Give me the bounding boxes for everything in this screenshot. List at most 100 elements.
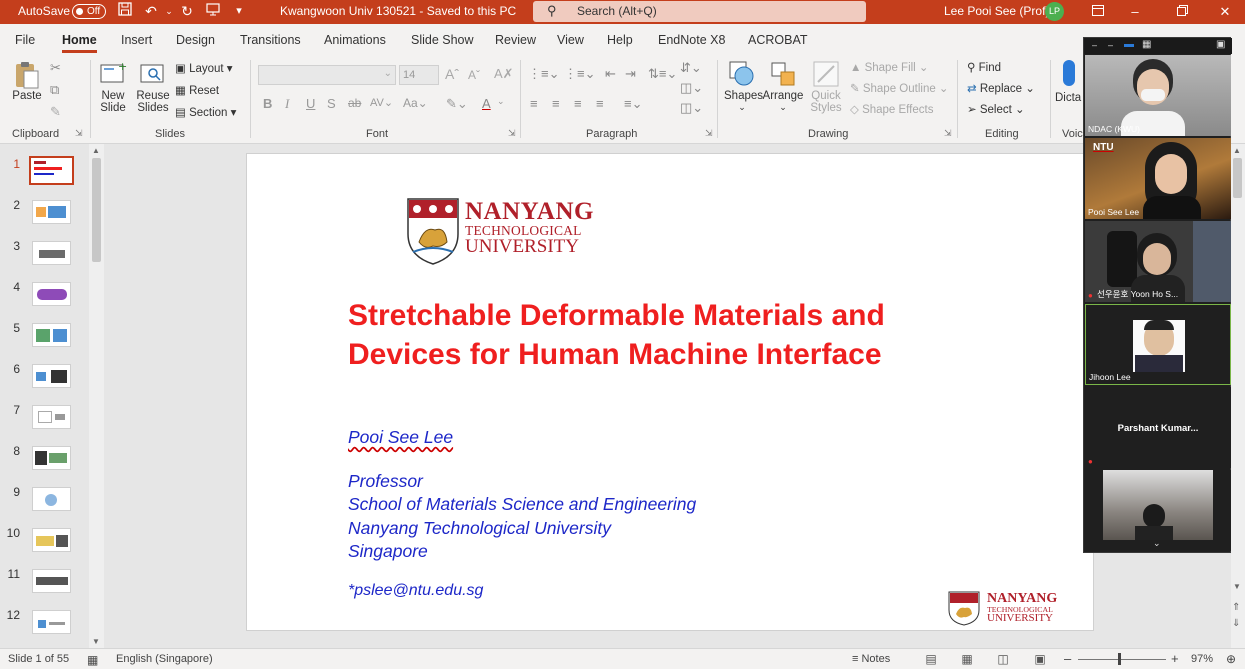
shape-fill-button[interactable]: ▲ Shape Fill ⌄ [850,60,929,74]
slide-thumbnail-4[interactable] [32,282,71,306]
paste-button[interactable]: Paste [10,60,44,102]
autosave-toggle[interactable]: Off [72,4,106,19]
bullets-icon[interactable]: ⋮≡⌄ [528,66,559,82]
scroll-up-icon[interactable]: ▲ [92,146,100,155]
notes-button[interactable]: ≡ Notes [852,653,890,665]
shrink-font-icon[interactable]: Aˇ [468,68,480,82]
grow-font-icon[interactable]: Aˆ [445,66,459,82]
country-text[interactable]: Singapore [348,541,428,562]
position-text[interactable]: Professor [348,471,423,492]
arrange-button[interactable]: Arrange ⌄ [762,60,804,113]
align-left-icon[interactable]: ≡ [530,96,538,111]
zoom-level[interactable]: 97% [1191,653,1213,665]
find-button[interactable]: ⚲ Find [967,60,1001,74]
slide-canvas[interactable]: NANYANG TECHNOLOGICAL UNIVERSITY Stretch… [246,153,1094,631]
shape-effects-button[interactable]: ◇ Shape Effects [850,102,933,116]
scroll-down-icon[interactable]: ▼ [92,637,100,646]
participant-video-tile[interactable]: ⌄ [1085,470,1231,551]
align-text-icon[interactable]: ◫⌄ [680,80,703,96]
participant-video-tile[interactable]: NDAC (KWU) [1085,55,1231,136]
slide-thumbnail-10[interactable] [32,528,71,552]
align-center-icon[interactable]: ≡ [552,96,560,111]
slide-thumbnail-9[interactable] [32,487,71,511]
select-button[interactable]: ➢ Select ⌄ [967,102,1025,116]
save-icon[interactable] [116,2,134,20]
tab-file[interactable]: File [15,33,35,47]
shadow-icon[interactable]: S [327,96,336,111]
tab-transitions[interactable]: Transitions [240,33,301,47]
slide-thumbnail-5[interactable] [32,323,71,347]
scrollbar-thumb[interactable] [1233,158,1242,198]
search-box[interactable]: ⚲ Search (Alt+Q) [533,1,866,22]
tab-animations[interactable]: Animations [324,33,386,47]
columns-icon[interactable]: ≡⌄ [624,96,642,112]
decrease-indent-icon[interactable]: ⇤ [605,66,616,82]
tab-endnote[interactable]: EndNote X8 [658,33,725,47]
language-indicator[interactable]: English (Singapore) [116,653,213,665]
undo-icon[interactable]: ↶ [142,2,160,20]
section-button[interactable]: ▤ Section ▾ [175,105,236,119]
slide-thumbnail-6[interactable] [32,364,71,388]
zoom-in-icon[interactable]: + [1171,651,1179,666]
slide-thumbnail-3[interactable] [32,241,71,265]
accessibility-icon[interactable]: ▦ [87,653,98,667]
shape-outline-button[interactable]: ✎ Shape Outline ⌄ [850,81,949,95]
scrollbar-thumb[interactable] [92,158,101,262]
drawing-launcher-icon[interactable]: ⇲ [944,128,952,139]
gallery-view-icon[interactable]: ▦ [1142,39,1151,50]
tab-design[interactable]: Design [176,33,215,47]
italic-icon[interactable]: I [285,96,289,112]
copy-icon[interactable]: ⧉ [50,82,59,98]
normal-view-icon[interactable]: ▤ [923,652,939,666]
school-text[interactable]: School of Materials Science and Engineer… [348,494,696,515]
align-right-icon[interactable]: ≡ [574,96,582,111]
present-icon[interactable] [204,2,222,20]
expand-icon[interactable]: ▣ [1216,39,1225,50]
slide-thumbnail-1[interactable] [29,156,74,185]
clear-format-icon[interactable]: A✗ [494,66,514,82]
zoom-slider-handle[interactable] [1118,653,1121,665]
participant-video-tile-active[interactable]: Jihoon Lee [1085,304,1231,385]
close-icon[interactable]: ✕ [1215,2,1235,22]
slideshow-view-icon[interactable]: ▣ [1032,652,1048,666]
bold-icon[interactable]: B [263,96,272,111]
editor-scrollbar[interactable]: ▲ ▼ ⇑ ⇓ [1231,144,1245,648]
new-slide-button[interactable]: + New Slide [95,60,131,114]
minimize-icon[interactable]: – [1125,2,1145,22]
quick-styles-button[interactable]: Quick Styles [808,60,844,114]
slide-thumbnail-8[interactable] [32,446,71,470]
speaker-view-icon[interactable]: ▬ [1124,39,1134,50]
strikethrough-icon[interactable]: ab [348,96,361,110]
slide-sorter-icon[interactable]: ▦ [959,652,975,666]
slide-title[interactable]: Stretchable Deformable Materials and Dev… [348,296,885,374]
underline-icon[interactable]: U [306,96,315,111]
reuse-slides-button[interactable]: Reuse Slides [135,60,171,114]
cut-icon[interactable]: ✂ [50,60,61,76]
paragraph-launcher-icon[interactable]: ⇲ [705,128,713,139]
participant-video-tile[interactable]: 선우윤호 Yoon Ho S... ● [1085,221,1231,302]
slide-thumbnail-7[interactable] [32,405,71,429]
email-text[interactable]: *pslee@ntu.edu.sg [348,582,483,600]
fit-to-window-icon[interactable]: ⊕ [1226,652,1236,666]
tab-slide-show[interactable]: Slide Show [411,33,474,47]
tab-insert[interactable]: Insert [121,33,152,47]
participant-video-tile[interactable]: Parshant Kumar... ● [1085,387,1231,468]
change-case-icon[interactable]: Aa⌄ [403,96,428,110]
tab-review[interactable]: Review [495,33,536,47]
reset-button[interactable]: ▦ Reset [175,83,219,97]
scroll-up-icon[interactable]: ▲ [1233,146,1241,155]
increase-indent-icon[interactable]: ⇥ [625,66,636,82]
avatar[interactable]: LP [1045,2,1064,21]
chevron-down-icon[interactable]: ⌄ [1153,538,1161,549]
redo-icon[interactable]: ↻ [178,2,196,20]
previous-slide-icon[interactable]: ⇑ [1232,602,1240,613]
font-name-box[interactable]: ⌄ [258,65,396,85]
slide-thumbnail-12[interactable] [32,610,71,634]
layout-button[interactable]: ▣ Layout ▾ [175,61,233,75]
chevron-down-icon[interactable]: ⌄ [497,96,505,107]
zoom-slider[interactable] [1078,659,1166,660]
tab-home[interactable]: Home [62,33,97,53]
zoom-out-icon[interactable]: – [1064,651,1071,666]
customize-qat-icon[interactable]: ▾ [230,2,248,20]
smartart-icon[interactable]: ◫⌄ [680,100,703,116]
